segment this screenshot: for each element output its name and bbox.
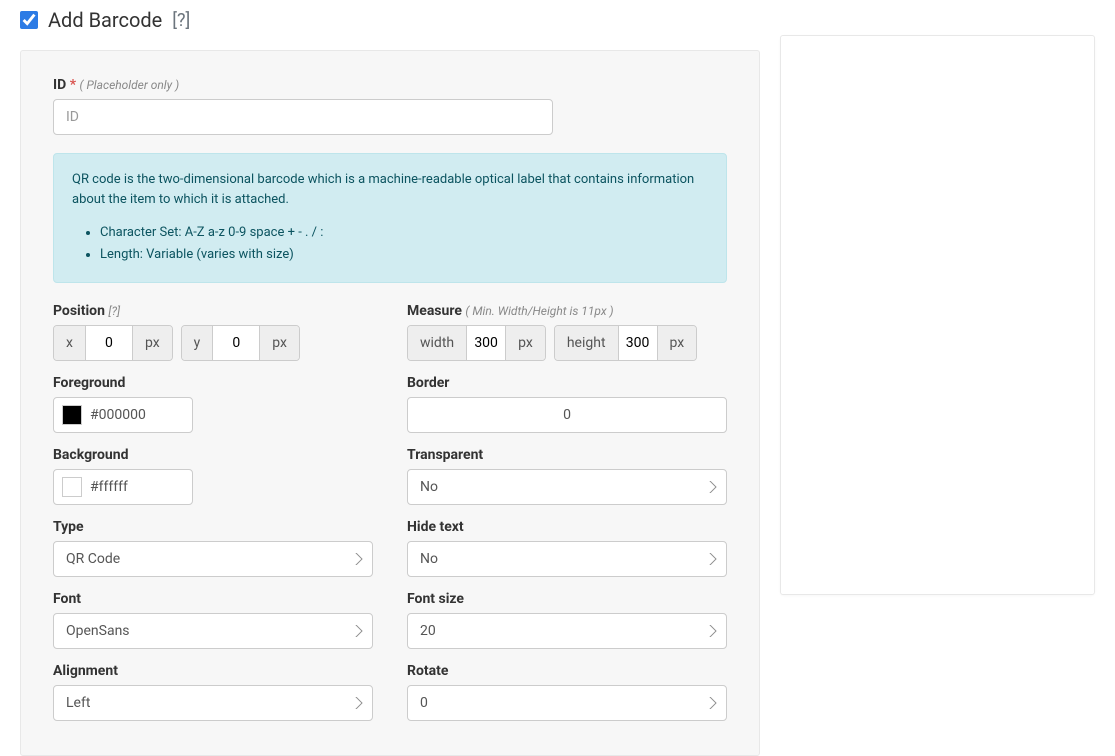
color-swatch-icon <box>62 405 82 425</box>
section-header: Add Barcode [?] <box>20 0 760 50</box>
width-addon: width <box>408 326 467 360</box>
add-barcode-checkbox[interactable] <box>20 11 38 29</box>
id-input[interactable] <box>53 99 553 135</box>
position-x-group: x px <box>53 325 173 361</box>
px-addon: px <box>505 326 545 360</box>
id-label: ID * ( Placeholder only ) <box>53 77 727 93</box>
section-title: Add Barcode <box>48 8 162 32</box>
width-input[interactable] <box>467 326 505 360</box>
font-size-label: Font size <box>407 591 727 607</box>
font-select[interactable]: OpenSans <box>53 613 373 649</box>
border-input[interactable] <box>407 397 727 433</box>
required-mark: * <box>70 77 76 93</box>
background-value: #ffffff <box>90 479 128 495</box>
foreground-label: Foreground <box>53 375 373 391</box>
position-x-input[interactable] <box>86 326 132 360</box>
hide-text-select[interactable]: No <box>407 541 727 577</box>
background-label: Background <box>53 447 373 463</box>
info-box: QR code is the two-dimensional barcode w… <box>53 153 727 283</box>
transparent-select[interactable]: No <box>407 469 727 505</box>
position-y-input[interactable] <box>213 326 259 360</box>
alignment-select[interactable]: Left <box>53 685 373 721</box>
color-swatch-icon <box>62 477 82 497</box>
font-label: Font <box>53 591 373 607</box>
height-addon: height <box>555 326 619 360</box>
x-addon: x <box>54 326 86 360</box>
border-label: Border <box>407 375 727 391</box>
id-hint: ( Placeholder only ) <box>80 78 180 92</box>
height-input[interactable] <box>619 326 657 360</box>
alignment-label: Alignment <box>53 663 373 679</box>
info-bullet: Character Set: A-Z a-z 0-9 space + - . /… <box>100 223 708 243</box>
measure-height-group: height px <box>554 325 697 361</box>
type-label: Type <box>53 519 373 535</box>
type-select[interactable]: QR Code <box>53 541 373 577</box>
position-label: Position [?] <box>53 303 373 319</box>
info-bullet: Length: Variable (varies with size) <box>100 245 708 265</box>
preview-panel <box>780 35 1095 595</box>
y-addon: y <box>182 326 214 360</box>
foreground-value: #000000 <box>90 407 146 423</box>
info-text: QR code is the two-dimensional barcode w… <box>72 170 708 209</box>
foreground-color-input[interactable]: #000000 <box>53 397 193 433</box>
rotate-select[interactable]: 0 <box>407 685 727 721</box>
px-addon: px <box>259 326 299 360</box>
rotate-label: Rotate <box>407 663 727 679</box>
measure-hint: ( Min. Width/Height is 11px ) <box>465 304 613 318</box>
help-icon[interactable]: [?] <box>108 304 120 318</box>
info-list: Character Set: A-Z a-z 0-9 space + - . /… <box>72 223 708 264</box>
transparent-label: Transparent <box>407 447 727 463</box>
font-size-select[interactable]: 20 <box>407 613 727 649</box>
measure-width-group: width px <box>407 325 546 361</box>
hide-text-label: Hide text <box>407 519 727 535</box>
px-addon: px <box>132 326 172 360</box>
barcode-settings-panel: ID * ( Placeholder only ) QR code is the… <box>20 50 760 756</box>
help-icon[interactable]: [?] <box>172 10 190 31</box>
background-color-input[interactable]: #ffffff <box>53 469 193 505</box>
px-addon: px <box>657 326 697 360</box>
measure-label: Measure ( Min. Width/Height is 11px ) <box>407 303 727 319</box>
position-y-group: y px <box>181 325 300 361</box>
